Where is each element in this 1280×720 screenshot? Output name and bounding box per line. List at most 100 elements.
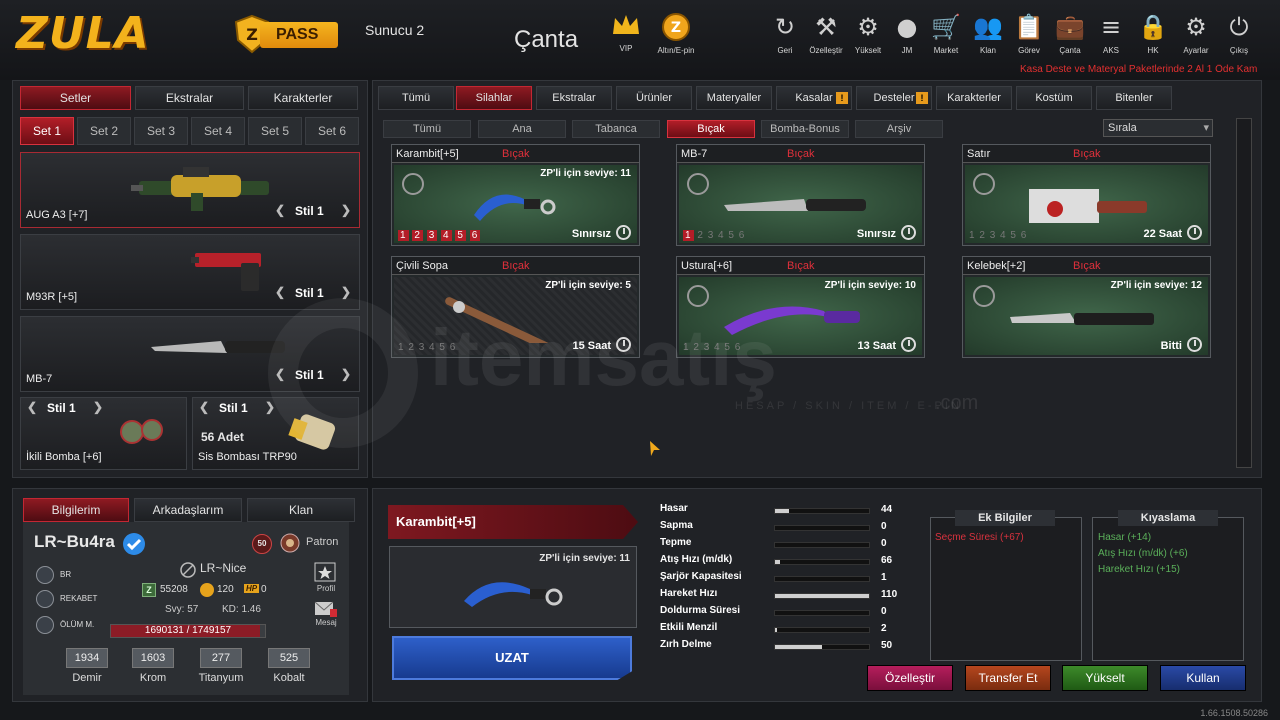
rank-rekabet[interactable]: REKABET	[36, 588, 97, 610]
set-tab-4[interactable]: Set 4	[191, 117, 245, 145]
nav-lock-button[interactable]: 🔒 HK	[1133, 12, 1173, 55]
inv-tab-1[interactable]: Silahlar	[456, 86, 532, 110]
inv-subtab-3[interactable]: Bıçak	[667, 120, 755, 138]
tab-ekstralar[interactable]: Ekstralar	[135, 86, 244, 110]
inv-tab-6[interactable]: Desteler!	[856, 86, 932, 110]
inv-subtab-1[interactable]: Ana	[478, 120, 566, 138]
mail-button[interactable]	[314, 600, 337, 617]
weapon-slot-primary[interactable]: AUG A3 [+7] ❮ Stil 1 ❯	[20, 152, 360, 228]
nav-aks-button[interactable]: ≡ AKS	[1091, 12, 1131, 55]
item-card[interactable]: Karambit[+5] Bıçak ZP'li için seviye: 11 1 …	[391, 144, 640, 246]
inv-subtab-4[interactable]: Bomba-Bonus	[761, 120, 849, 138]
inventory-scrollbar[interactable]	[1236, 118, 1252, 468]
grenade-2-style[interactable]: ❮ Stil 1 ❯	[197, 400, 277, 418]
vip-button[interactable]: VIP	[606, 12, 646, 53]
item-card[interactable]: Satır Bıçak 1 2 3 4 5 6 22 Saat	[962, 144, 1211, 246]
extra-info-line: Seçme Süresi (+67)	[935, 532, 1024, 543]
sort-select[interactable]: Sırala ▾	[1103, 119, 1213, 137]
stat-row: Tepme 0	[660, 537, 900, 554]
inv-tab-2[interactable]: Ekstralar	[536, 86, 612, 110]
nav-label: Çanta	[1059, 46, 1081, 55]
tab-arkadaslarim[interactable]: Arkadaşlarım	[134, 498, 242, 522]
set-tab-3[interactable]: Set 3	[134, 117, 188, 145]
item-image-icon	[1029, 189, 1147, 223]
tab-karakterler[interactable]: Karakterler	[248, 86, 358, 110]
inv-tab-4[interactable]: Materyaller	[696, 86, 772, 110]
nav-upgrade-button[interactable]: ⚙ Yükselt	[848, 12, 888, 55]
compare-line-1: Hasar (+14)	[1098, 532, 1152, 543]
stat-value: 50	[881, 640, 893, 651]
set-tab-1[interactable]: Set 1	[20, 117, 74, 145]
prev-arrow-icon[interactable]: ❮	[199, 400, 209, 414]
verified-icon	[123, 533, 145, 555]
rank-br[interactable]: BR	[36, 564, 96, 586]
prev-arrow-icon[interactable]: ❮	[275, 203, 285, 217]
inv-tab-8[interactable]: Kostüm	[1016, 86, 1092, 110]
weapon-slot-secondary[interactable]: M93R [+5] ❮ Stil 1 ❯	[20, 234, 360, 310]
rank-olum[interactable]: ÖLÜM M.	[36, 614, 96, 636]
inv-tab-5[interactable]: Kasalar!	[776, 86, 852, 110]
profile-button[interactable]	[314, 562, 336, 582]
gold-amount: 120	[217, 584, 234, 595]
tab-setler[interactable]: Setler	[20, 86, 131, 110]
nav-label: Yükselt	[854, 46, 882, 55]
nav-task-button[interactable]: 📋 Görev	[1009, 12, 1049, 55]
item-card[interactable]: MB-7 Bıçak 1 2 3 4 5 6 Sınırsız	[676, 144, 925, 246]
next-arrow-icon[interactable]: ❯	[93, 400, 103, 414]
prev-arrow-icon[interactable]: ❮	[275, 285, 285, 299]
set-tab-5[interactable]: Set 5	[248, 117, 302, 145]
next-arrow-icon[interactable]: ❯	[341, 203, 351, 217]
upgrade-button[interactable]: Yükselt	[1062, 665, 1148, 691]
inv-subtab-2[interactable]: Tabanca	[572, 120, 660, 138]
pistol-icon	[191, 253, 261, 291]
rekabet-rank-icon	[36, 590, 54, 608]
grenade-slot-1[interactable]: ❮ Stil 1 ❯ İkili Bomba [+6]	[20, 397, 187, 470]
inv-tab-7[interactable]: Karakterler	[936, 86, 1012, 110]
tab-klan[interactable]: Klan	[247, 498, 355, 522]
inv-tab-3[interactable]: Ürünler	[616, 86, 692, 110]
stat-bar	[774, 542, 870, 548]
nav-gear-button[interactable]: ⚙ Ayarlar	[1176, 12, 1216, 55]
tab-bilgilerim[interactable]: Bilgilerim	[23, 498, 129, 522]
use-button[interactable]: Kullan	[1160, 665, 1246, 691]
stat-value: 2	[881, 623, 887, 634]
item-name: Ustura[+6]	[681, 260, 733, 272]
upgrade-level: 2	[979, 230, 986, 241]
set-tab-2[interactable]: Set 2	[77, 117, 131, 145]
extend-button[interactable]: UZAT	[392, 636, 632, 680]
item-name: Çivili Sopa	[396, 260, 448, 272]
upgrade-level: 2	[412, 230, 423, 241]
detail-level: ZP'li için seviye: 11	[539, 553, 630, 564]
bag-icon: 💼	[1055, 13, 1085, 41]
inv-tab-9[interactable]: Bitenler	[1096, 86, 1172, 110]
item-card-body: ZP'li için seviye: 11 1 2 3 4 5 6 Sınırsı…	[394, 165, 637, 243]
inv-tab-0[interactable]: Tümü	[378, 86, 454, 110]
pass-button[interactable]: Z PASS	[232, 14, 340, 54]
gold-button[interactable]: Z Altın/E-pin	[656, 12, 696, 55]
inv-subtab-5[interactable]: Arşiv	[855, 120, 943, 138]
customize-button[interactable]: Özelleştir	[867, 665, 953, 691]
stat-row: Etkili Menzil 2	[660, 622, 900, 639]
upgrade-level: 4	[441, 230, 452, 241]
grenade-1-style[interactable]: ❮ Stil 1 ❯	[25, 400, 105, 418]
nav-back-button[interactable]: ↻ Geri	[765, 12, 805, 55]
nav-power-button[interactable]: ⏻ Çıkış	[1219, 12, 1259, 55]
inv-subtab-0[interactable]: Tümü	[383, 120, 471, 138]
prev-arrow-icon[interactable]: ❮	[27, 400, 37, 414]
aks-icon: ≡	[1100, 13, 1122, 41]
next-arrow-icon[interactable]: ❯	[341, 285, 351, 299]
set-tab-6[interactable]: Set 6	[305, 117, 359, 145]
page-title: Çanta	[514, 26, 579, 53]
item-category: Bıçak	[787, 260, 815, 272]
nav-cart-button[interactable]: 🛒 Market	[926, 12, 966, 55]
nav-bag-button[interactable]: 💼 Çanta	[1050, 12, 1090, 55]
nav-tools-button[interactable]: ⚒ Özelleştir	[806, 12, 846, 55]
slot-primary-style[interactable]: ❮ Stil 1 ❯	[273, 203, 353, 221]
nav-jm-button[interactable]: ● JM	[887, 12, 927, 55]
stat-label: Etkili Menzil	[660, 622, 718, 633]
item-card[interactable]: Kelebek[+2] Bıçak ZP'li için seviye: 12 Bit…	[962, 256, 1211, 358]
transfer-button[interactable]: Transfer Et	[965, 665, 1051, 691]
stat-label: Tepme	[660, 537, 692, 548]
nav-clan-button[interactable]: 👥 Klan	[968, 12, 1008, 55]
zula-logo: ZULA	[16, 8, 150, 59]
